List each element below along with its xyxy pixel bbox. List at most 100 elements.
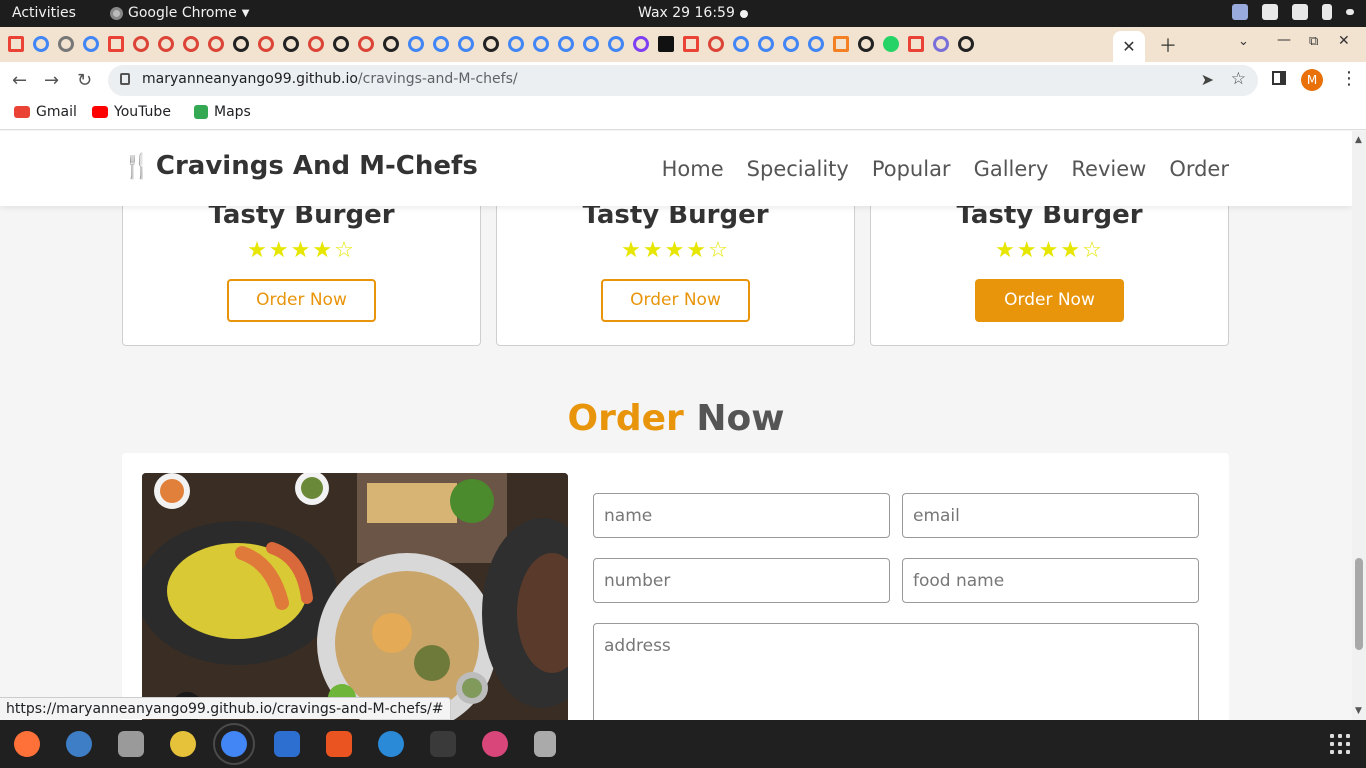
lock-icon[interactable] <box>120 73 130 85</box>
gmail-tab-icon[interactable] <box>8 36 24 52</box>
github-tab-icon[interactable] <box>333 36 349 52</box>
scroll-up-icon[interactable]: ▲ <box>1355 135 1362 145</box>
address-field[interactable]: address <box>593 623 1199 720</box>
bookmark-gmail[interactable]: Gmail <box>14 104 77 120</box>
google-tab-icon[interactable] <box>558 36 574 52</box>
food-name-field[interactable]: food name <box>902 558 1199 603</box>
google-tab-icon[interactable] <box>533 36 549 52</box>
send-icon[interactable]: ➤ <box>1201 70 1214 89</box>
email-field[interactable]: email <box>902 493 1199 538</box>
github-tab-icon[interactable] <box>383 36 399 52</box>
url-text[interactable]: maryanneanyango99.github.io/cravings-and… <box>142 71 518 87</box>
whatsapp-tab-icon[interactable] <box>883 36 899 52</box>
google-tab-icon[interactable] <box>783 36 799 52</box>
gmail-tab-icon[interactable] <box>683 36 699 52</box>
tab-icon[interactable] <box>258 36 274 52</box>
google-tab-icon[interactable] <box>583 36 599 52</box>
site-logo[interactable]: 🍴 Cravings And M-Chefs <box>122 151 478 181</box>
activities-button[interactable]: Activities <box>12 5 76 21</box>
tab-icon[interactable] <box>133 36 149 52</box>
minimize-icon[interactable]: — <box>1277 32 1291 48</box>
tab-icon[interactable] <box>158 36 174 52</box>
order-now-button[interactable]: Order Now <box>975 279 1124 322</box>
google-tab-icon[interactable] <box>508 36 524 52</box>
writer-icon[interactable] <box>274 731 300 757</box>
pinned-tabs[interactable] <box>8 36 974 52</box>
profile-avatar[interactable]: M <box>1301 69 1323 91</box>
google-tab-icon[interactable] <box>33 36 49 52</box>
chrome-dock-icon[interactable] <box>213 723 255 765</box>
slack-icon[interactable] <box>482 731 508 757</box>
google-tab-icon[interactable] <box>733 36 749 52</box>
scrollbar-thumb[interactable] <box>1355 558 1363 650</box>
bookmark-label: Maps <box>214 104 251 120</box>
tab-icon[interactable] <box>358 36 374 52</box>
star-filled-icon: ★ <box>686 238 709 263</box>
google-tab-icon[interactable] <box>608 36 624 52</box>
help-icon[interactable] <box>378 731 404 757</box>
bookmark-star-icon[interactable]: ☆ <box>1231 69 1246 89</box>
order-now-button[interactable]: Order Now <box>227 279 376 322</box>
show-apps-icon[interactable] <box>1330 734 1350 754</box>
gmail-tab-icon[interactable] <box>108 36 124 52</box>
nav-review[interactable]: Review <box>1071 157 1146 181</box>
forward-icon[interactable]: → <box>44 70 59 91</box>
number-field[interactable]: number <box>593 558 890 603</box>
close-window-icon[interactable]: ✕ <box>1338 33 1350 49</box>
tab-icon[interactable] <box>708 36 724 52</box>
star-empty-icon: ☆ <box>1082 238 1104 263</box>
thunderbird-icon[interactable] <box>66 731 92 757</box>
github-tab-icon[interactable] <box>958 36 974 52</box>
address-bar[interactable]: maryanneanyango99.github.io/cravings-and… <box>108 65 1258 96</box>
reload-icon[interactable]: ↻ <box>77 70 92 91</box>
more-menu-icon[interactable]: ⋮ <box>1340 68 1358 89</box>
system-tray[interactable] <box>1232 4 1354 20</box>
github-tab-icon[interactable] <box>233 36 249 52</box>
name-field[interactable]: name <box>593 493 890 538</box>
active-tab[interactable]: ✕ <box>1113 31 1145 62</box>
close-tab-icon[interactable]: ✕ <box>1122 37 1135 56</box>
terminal-icon[interactable] <box>430 731 456 757</box>
nav-gallery[interactable]: Gallery <box>974 157 1049 181</box>
page-scrollbar[interactable]: ▲ ▼ <box>1352 131 1366 720</box>
nav-popular[interactable]: Popular <box>872 157 951 181</box>
star-filled-icon: ★ <box>664 238 687 263</box>
files-icon[interactable] <box>118 731 144 757</box>
tab-search-icon[interactable]: ⌄ <box>1238 34 1249 49</box>
medium-tab-icon[interactable] <box>658 36 674 52</box>
rhythmbox-icon[interactable] <box>170 731 196 757</box>
github-tab-icon[interactable] <box>483 36 499 52</box>
google-tab-icon[interactable] <box>83 36 99 52</box>
app-menu[interactable]: Google Chrome ▼ <box>110 5 249 21</box>
tab-icon[interactable] <box>208 36 224 52</box>
gmail-tab-icon[interactable] <box>908 36 924 52</box>
tab-icon[interactable] <box>308 36 324 52</box>
clock[interactable]: Wax 29 16:59 <box>638 5 735 21</box>
scroll-down-icon[interactable]: ▼ <box>1355 706 1362 716</box>
new-tab-icon[interactable]: ＋ <box>1159 32 1177 58</box>
chrome-tab-icon[interactable] <box>58 36 74 52</box>
stackoverflow-tab-icon[interactable] <box>833 36 849 52</box>
google-tab-icon[interactable] <box>758 36 774 52</box>
side-panel-icon[interactable] <box>1272 71 1286 85</box>
restore-icon[interactable]: ⧉ <box>1309 34 1318 49</box>
nav-home[interactable]: Home <box>662 157 724 181</box>
purple-tab-icon[interactable] <box>633 36 649 52</box>
nav-speciality[interactable]: Speciality <box>747 157 849 181</box>
back-icon[interactable]: ← <box>12 70 27 91</box>
google-tab-icon[interactable] <box>433 36 449 52</box>
google-tab-icon[interactable] <box>808 36 824 52</box>
tab-icon[interactable] <box>183 36 199 52</box>
bookmark-youtube[interactable]: YouTube <box>92 104 171 120</box>
github-tab-icon[interactable] <box>283 36 299 52</box>
tab-icon[interactable] <box>933 36 949 52</box>
firefox-icon[interactable] <box>14 731 40 757</box>
nav-order[interactable]: Order <box>1169 157 1229 181</box>
archive-icon[interactable] <box>534 731 556 757</box>
software-icon[interactable] <box>326 731 352 757</box>
github-tab-icon[interactable] <box>858 36 874 52</box>
order-now-button[interactable]: Order Now <box>601 279 750 322</box>
google-tab-icon[interactable] <box>458 36 474 52</box>
google-tab-icon[interactable] <box>408 36 424 52</box>
bookmark-maps[interactable]: Maps <box>194 104 251 120</box>
